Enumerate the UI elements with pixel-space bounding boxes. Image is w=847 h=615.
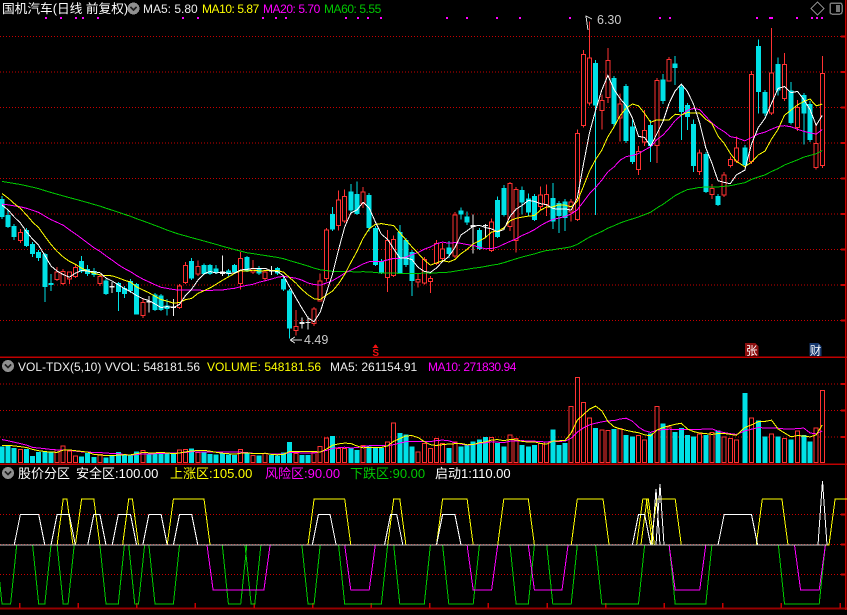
svg-text:下跌区:90.00: 下跌区:90.00: [350, 466, 425, 481]
svg-text:财: 财: [810, 344, 822, 358]
svg-text:张: 张: [746, 345, 758, 358]
svg-text:MA10: 271830.94: MA10: 271830.94: [428, 360, 517, 374]
svg-text:MA60: 5.55: MA60: 5.55: [324, 2, 382, 16]
svg-text:MA20: 5.70: MA20: 5.70: [263, 2, 321, 16]
svg-text:风险区:90.00: 风险区:90.00: [265, 466, 340, 481]
svg-text:MA5: 261154.91: MA5: 261154.91: [330, 360, 418, 374]
svg-text:安全区:100.00: 安全区:100.00: [76, 466, 158, 481]
svg-text:4.49: 4.49: [304, 333, 328, 347]
svg-text:VOL-TDX(5,10) VVOL: 548181.56: VOL-TDX(5,10) VVOL: 548181.56: [18, 360, 200, 374]
svg-text:MA5: 5.80: MA5: 5.80: [143, 2, 198, 16]
svg-text:S: S: [372, 348, 379, 359]
svg-text:股价分区: 股价分区: [18, 466, 70, 481]
svg-text:6.30: 6.30: [597, 13, 621, 27]
svg-text:上涨区:105.00: 上涨区:105.00: [170, 466, 252, 481]
svg-text:VOLUME: 548181.56: VOLUME: 548181.56: [207, 360, 321, 374]
svg-text:MA10: 5.87: MA10: 5.87: [202, 2, 260, 16]
svg-text:启动1:110.00: 启动1:110.00: [435, 466, 511, 481]
svg-text:国机汽车(日线 前复权): 国机汽车(日线 前复权): [2, 1, 128, 16]
